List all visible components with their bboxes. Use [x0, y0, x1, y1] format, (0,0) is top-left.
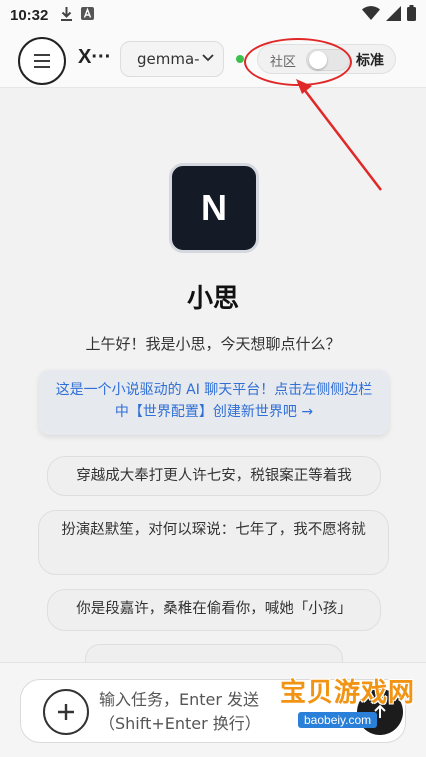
menu-button[interactable]: [18, 37, 66, 85]
watermark-logo: 宝贝游戏网 baobeiy.com: [260, 666, 414, 736]
bot-name: 小思: [186, 284, 239, 314]
watermark-text: 宝贝游戏网: [280, 678, 416, 708]
suggestion-chip[interactable]: 你是段嘉许，桑稚在偷看你，喊她「小孩」: [47, 589, 381, 631]
bot-avatar: N: [169, 163, 259, 253]
top-bar: X··· gemma- 社区 标准: [0, 30, 426, 88]
plus-icon: [58, 704, 74, 720]
greeting-text: 上午好！我是小思，今天想聊点什么？: [85, 335, 341, 353]
signal-icon: [386, 5, 401, 25]
annotation-highlight-ellipse: [244, 38, 352, 86]
connection-status-dot: [236, 55, 244, 63]
notification-a-icon: [81, 6, 95, 24]
model-select-value: gemma-: [137, 50, 200, 68]
model-select[interactable]: gemma-: [120, 41, 224, 77]
watermark-url: baobeiy.com: [298, 712, 378, 728]
add-attachment-button[interactable]: [43, 689, 89, 735]
wifi-icon: [362, 6, 380, 24]
status-bar: 10:32: [0, 0, 426, 30]
app-title: X···: [78, 46, 112, 68]
battery-icon: [407, 5, 416, 25]
info-banner[interactable]: 这是一个小说驱动的 AI 聊天平台！点击左侧侧边栏中【世界配置】创建新世界吧 →: [39, 370, 389, 435]
hamburger-icon: [34, 54, 50, 68]
suggestion-chip[interactable]: 扮演赵默笙，对何以琛说：七年了，我不愿将就: [38, 510, 389, 575]
standard-label[interactable]: 标准: [356, 50, 384, 70]
suggestion-chip[interactable]: 穿越成大奉打更人许七安，税银案正等着我: [47, 456, 381, 496]
download-icon: [60, 6, 73, 25]
status-time: 10:32: [10, 6, 49, 24]
chevron-down-icon: [201, 50, 215, 68]
